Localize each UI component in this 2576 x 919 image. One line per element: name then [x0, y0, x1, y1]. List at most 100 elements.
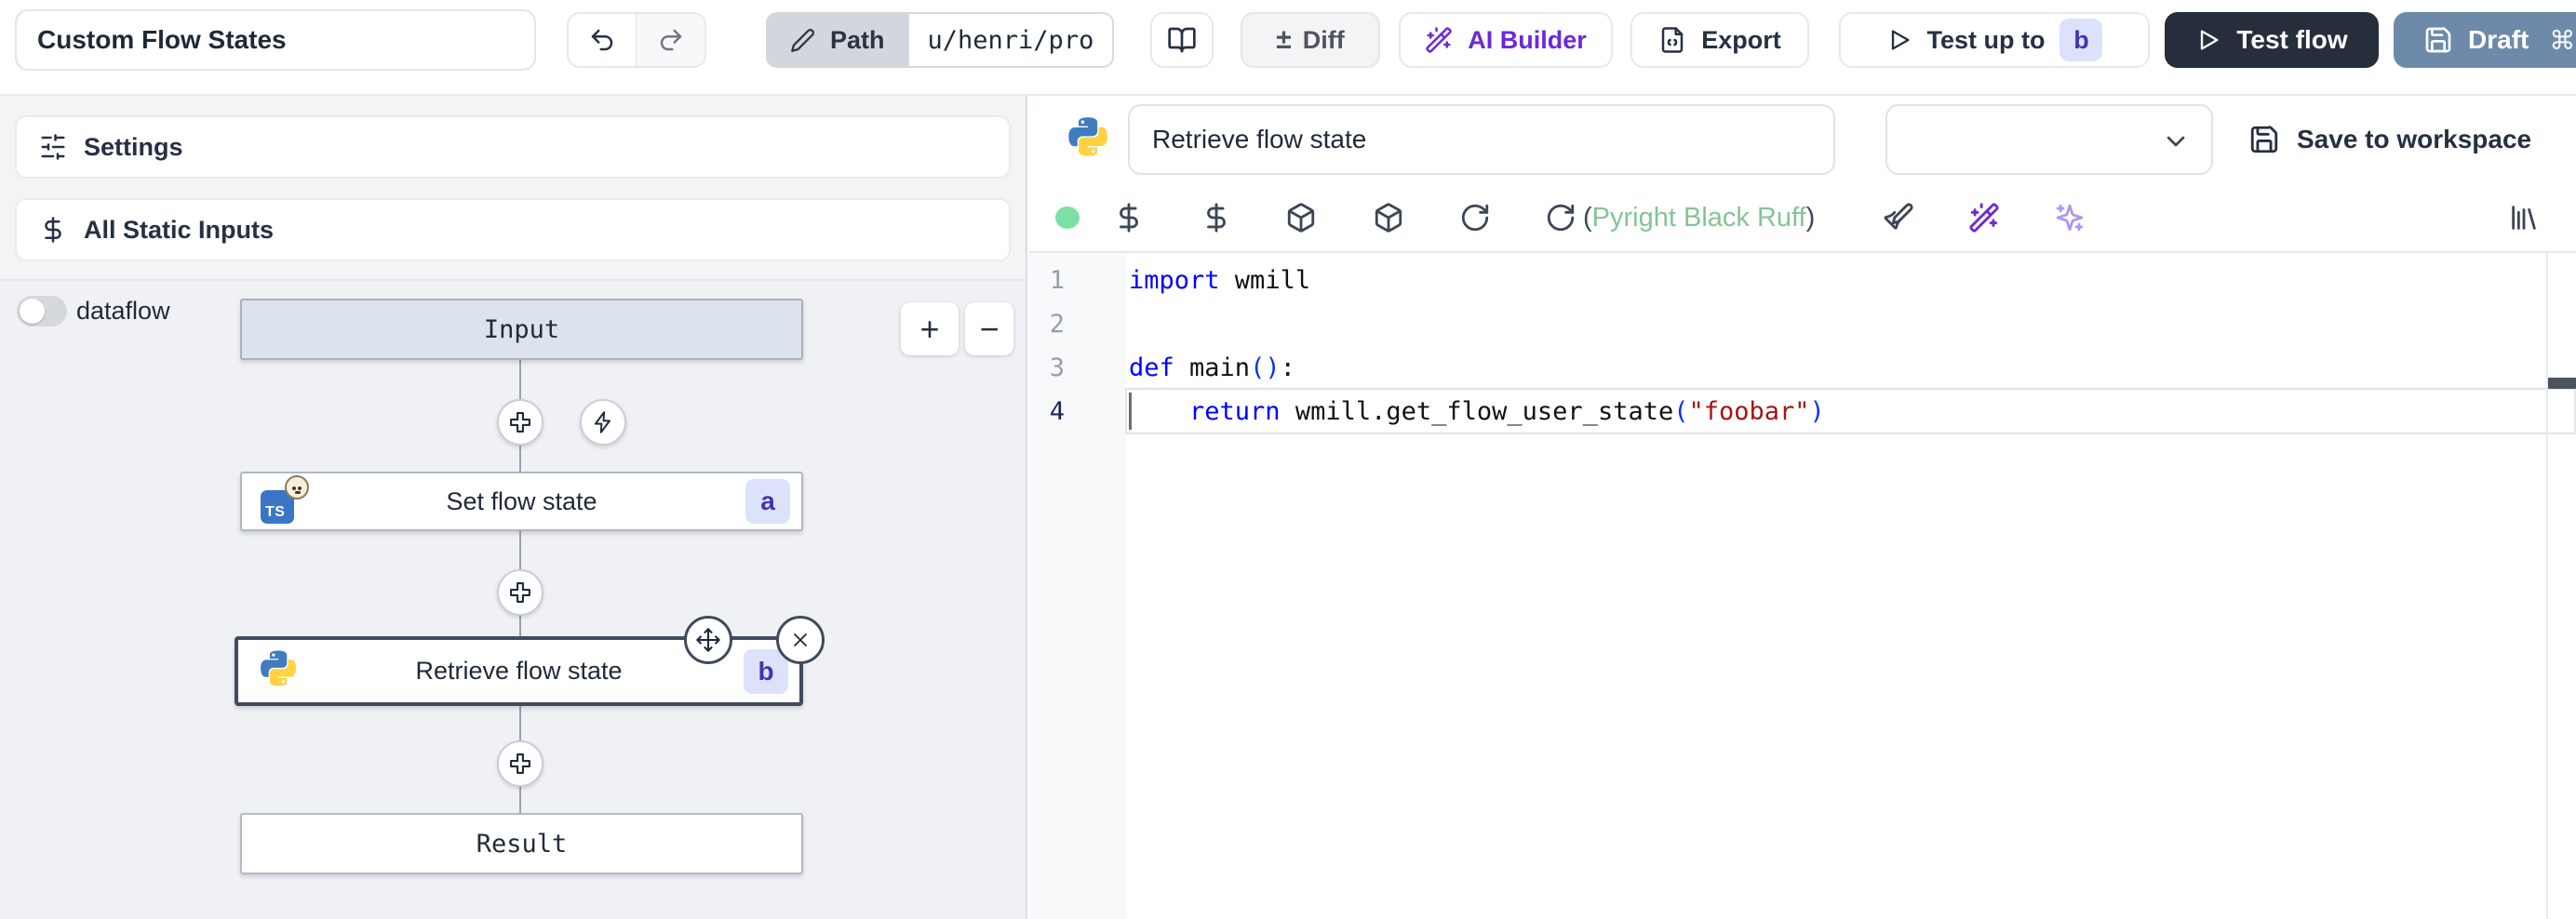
- export-label: Export: [1701, 26, 1781, 55]
- windmill-flow-editor: Path u/henri/pro ± Diff AI Builder Expor…: [0, 0, 2576, 919]
- zoom-out-button[interactable]: −: [965, 302, 1013, 355]
- save-icon: [2248, 124, 2280, 155]
- sparkles-icon: [2054, 202, 2086, 233]
- code-assistants-label[interactable]: (Pyright Black Ruff): [1583, 202, 1815, 233]
- trigger-step-button[interactable]: [580, 399, 626, 446]
- test-up-to-button[interactable]: Test up to b: [1839, 12, 2150, 68]
- step-name-input[interactable]: [1128, 104, 1835, 175]
- zoom-in-button[interactable]: +: [901, 302, 959, 355]
- move-node-handle[interactable]: [684, 616, 732, 664]
- flow-graph-canvas[interactable]: dataflow + − Input TS: [0, 281, 1026, 919]
- draft-label: Draft: [2468, 25, 2529, 55]
- node-result-label: Result: [476, 830, 568, 859]
- zap-icon: [591, 410, 615, 434]
- draft-save-button[interactable]: Draft ⌘S: [2394, 12, 2576, 68]
- status-dot: [1052, 202, 1083, 233]
- node-result[interactable]: Result: [240, 813, 803, 874]
- toggle-knob: [20, 299, 45, 324]
- draft-shortcut: ⌘S: [2549, 25, 2576, 56]
- package-icon: [1373, 202, 1404, 233]
- line-number: 2: [1029, 302, 1065, 346]
- wand-sparkles-icon: [1968, 202, 2000, 233]
- all-static-inputs-item[interactable]: All Static Inputs: [15, 198, 1011, 261]
- book-open-icon: [1167, 25, 1197, 55]
- undo-redo-group: [567, 12, 706, 68]
- path-control: Path u/henri/pro: [766, 12, 1114, 68]
- ai-assist-button[interactable]: [1968, 202, 2000, 233]
- save-to-workspace-label: Save to workspace: [2297, 125, 2531, 154]
- code-line: def main():: [1129, 346, 1295, 390]
- wand-sparkles-icon: [1425, 26, 1453, 54]
- docs-button[interactable]: [1150, 12, 1214, 68]
- text-cursor: [1129, 393, 1132, 430]
- all-static-inputs-label: All Static Inputs: [84, 216, 274, 245]
- resource-picker-button[interactable]: [1201, 202, 1232, 233]
- reload-button[interactable]: [1459, 202, 1491, 233]
- settings-item[interactable]: Settings: [15, 115, 1011, 179]
- test-up-to-label: Test up to: [1927, 26, 2046, 55]
- move-icon: [695, 627, 721, 653]
- undo-icon: [588, 26, 616, 54]
- plus-icon: [507, 579, 533, 606]
- code-line: return wmill.get_flow_user_state("foobar…: [1129, 390, 1825, 433]
- path-label: Path: [830, 26, 885, 55]
- rotate-cw-icon: [1459, 202, 1491, 233]
- ai-builder-button[interactable]: AI Builder: [1399, 12, 1613, 68]
- ai-builder-label: AI Builder: [1468, 26, 1587, 55]
- line-number: 3: [1029, 346, 1065, 390]
- node-input-label: Input: [484, 315, 559, 344]
- path-button[interactable]: Path: [766, 12, 909, 68]
- plus-minus-icon: ±: [1276, 24, 1291, 56]
- flow-sidebar: Settings All Static Inputs dataflow + − …: [0, 96, 1027, 919]
- editor-toolbar: (Pyright Black Ruff): [1029, 185, 2576, 253]
- line-number: 1: [1029, 259, 1065, 302]
- chevron-down-icon: [2161, 127, 2191, 156]
- node-set-flow-state-label: Set flow state: [446, 487, 597, 516]
- variable-picker-button[interactable]: [1113, 202, 1145, 233]
- node-retrieve-flow-state-label: Retrieve flow state: [415, 657, 622, 686]
- package-button[interactable]: [1285, 202, 1317, 233]
- export-file-icon: [1658, 26, 1686, 54]
- step-select-dropdown[interactable]: [1885, 104, 2213, 175]
- plus-icon: [507, 409, 533, 435]
- pencil-icon: [790, 28, 815, 53]
- save-to-workspace-button[interactable]: Save to workspace: [2248, 104, 2531, 175]
- python-icon: [1067, 115, 1109, 163]
- dataflow-toggle[interactable]: [17, 296, 67, 326]
- redo-button[interactable]: [637, 14, 704, 66]
- node-set-flow-state[interactable]: TS Set flow state a: [240, 472, 803, 531]
- paintbrush-icon: [1883, 202, 1914, 233]
- path-value[interactable]: u/henri/pro: [909, 12, 1115, 68]
- code-editor[interactable]: 1234 import wmilldef main(): return wmil…: [1029, 253, 2576, 919]
- scrollbar-cursor-marker: [2548, 378, 2576, 389]
- settings-label: Settings: [84, 133, 183, 162]
- package-button[interactable]: [1373, 202, 1404, 233]
- test-flow-button[interactable]: Test flow: [2165, 12, 2379, 68]
- diff-button[interactable]: ± Diff: [1241, 12, 1380, 68]
- sliders-icon: [39, 133, 67, 161]
- library-button[interactable]: [2508, 202, 2540, 233]
- insert-step-button[interactable]: [497, 569, 543, 616]
- rotate-cw-icon: [1545, 202, 1576, 233]
- dollar-icon: [1113, 202, 1145, 233]
- editor-scrollbar[interactable]: [2546, 253, 2548, 919]
- delete-node-button[interactable]: [776, 616, 825, 664]
- dataflow-label: dataflow: [76, 296, 170, 326]
- reload-button[interactable]: [1545, 202, 1576, 233]
- insert-step-button[interactable]: [497, 399, 543, 446]
- ai-sparkles-button[interactable]: [2054, 202, 2086, 233]
- insert-step-button[interactable]: [497, 740, 543, 787]
- redo-icon: [657, 26, 685, 54]
- export-button[interactable]: Export: [1630, 12, 1809, 68]
- python-icon: [259, 648, 298, 694]
- diff-label: Diff: [1303, 26, 1345, 55]
- flow-name-input[interactable]: [15, 9, 536, 71]
- undo-button[interactable]: [569, 14, 637, 66]
- bun-typescript-icon: TS: [261, 479, 313, 524]
- format-button[interactable]: [1883, 202, 1914, 233]
- library-icon: [2508, 202, 2540, 233]
- line-number: 4: [1029, 390, 1065, 433]
- node-input[interactable]: Input: [240, 299, 803, 360]
- play-icon: [1886, 27, 1912, 53]
- top-toolbar: Path u/henri/pro ± Diff AI Builder Expor…: [0, 0, 2576, 96]
